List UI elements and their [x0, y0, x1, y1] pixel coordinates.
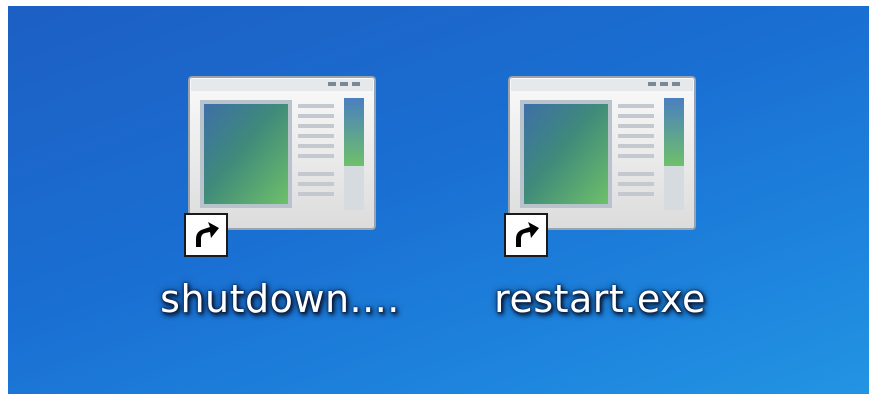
application-window-icon	[508, 76, 696, 230]
desktop[interactable]: shutdown.... restart.exe	[8, 6, 869, 394]
desktop-icon-label[interactable]: restart.exe	[460, 276, 740, 322]
shortcut-arrow-icon	[504, 213, 548, 257]
shortcut-arrow-icon	[184, 213, 228, 257]
desktop-icon-restart[interactable]: restart.exe	[460, 66, 740, 326]
application-window-icon	[188, 76, 376, 230]
desktop-icon-shutdown[interactable]: shutdown....	[140, 66, 420, 326]
desktop-icon-label[interactable]: shutdown....	[140, 276, 420, 322]
